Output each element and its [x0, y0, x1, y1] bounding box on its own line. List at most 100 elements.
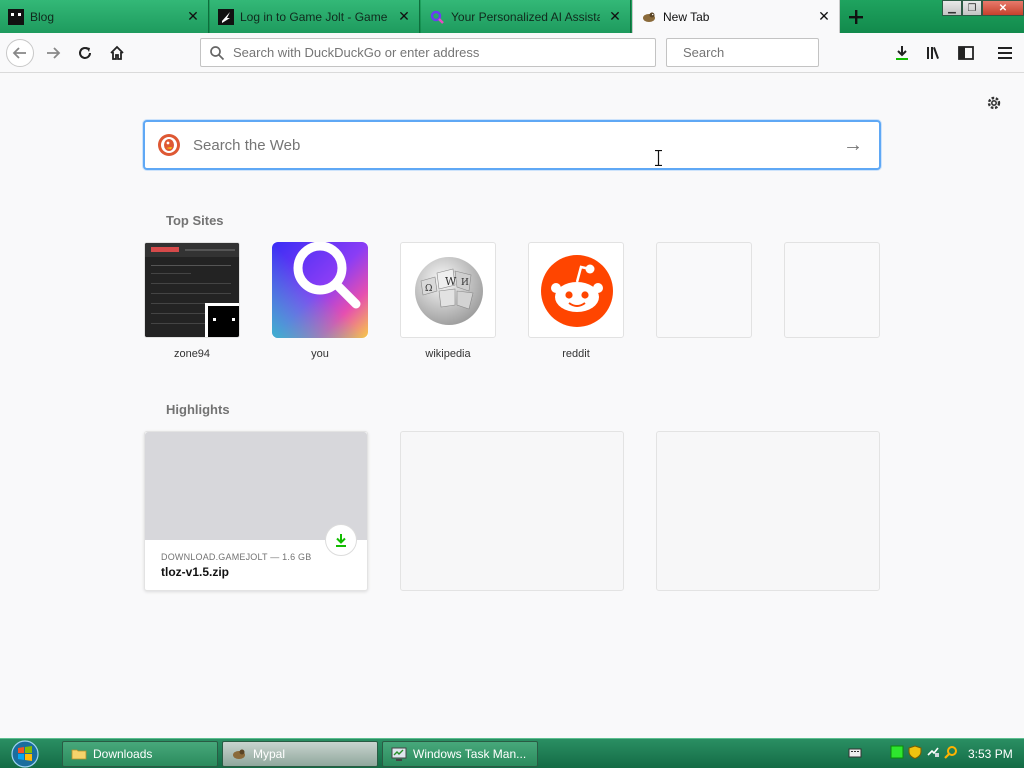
- shield-icon[interactable]: [908, 745, 922, 759]
- reload-icon: [79, 47, 91, 59]
- navigation-toolbar: [0, 33, 1024, 73]
- window-controls: ▁ ❐ ✕: [942, 0, 1024, 16]
- duckduckgo-icon: [158, 134, 180, 156]
- close-icon: ✕: [998, 2, 1008, 14]
- new-tab-page: → Top Sites: [0, 74, 1024, 738]
- network-icon[interactable]: [926, 745, 940, 759]
- reload-button[interactable]: [72, 40, 98, 66]
- download-badge: [325, 524, 357, 556]
- restore-icon: ❐: [967, 2, 977, 14]
- tab-strip: Blog ✕ Log in to Game Jolt - Game Jolt ✕…: [0, 0, 1024, 33]
- customize-button[interactable]: [985, 94, 1003, 112]
- highlights-heading: Highlights: [166, 402, 230, 417]
- highlight-filename: tloz-v1.5.zip: [161, 565, 230, 579]
- site-thumbnail: [784, 242, 880, 338]
- minimize-button[interactable]: ▁: [942, 0, 962, 16]
- zone94-screenshot-icon: [145, 243, 239, 337]
- wikipedia-globe-icon: W Ω И: [415, 257, 483, 325]
- close-icon[interactable]: ✕: [815, 8, 833, 26]
- download-icon: [336, 534, 346, 547]
- highlight-card-empty: [656, 431, 880, 591]
- highlight-preview: [145, 432, 367, 540]
- library-icon: [927, 47, 939, 59]
- downloads-icon: [896, 46, 908, 60]
- tab-you[interactable]: Your Personalized AI Assistant ✕: [421, 0, 631, 33]
- home-button[interactable]: [104, 40, 130, 66]
- address-bar[interactable]: [200, 38, 656, 67]
- you-favicon-icon: [429, 9, 445, 25]
- site-thumbnail: [656, 242, 752, 338]
- top-site-you[interactable]: you: [272, 242, 368, 360]
- web-search-input[interactable]: [193, 136, 841, 154]
- address-input[interactable]: [233, 45, 655, 60]
- back-icon: [12, 47, 26, 59]
- close-icon[interactable]: ✕: [184, 8, 202, 26]
- site-thumbnail: [528, 242, 624, 338]
- search-input[interactable]: [683, 45, 859, 60]
- site-thumbnail: W Ω И: [400, 242, 496, 338]
- site-label: reddit: [562, 348, 590, 360]
- tab-title: New Tab: [663, 9, 710, 24]
- top-site-empty[interactable]: [784, 242, 880, 348]
- start-button[interactable]: [6, 740, 44, 768]
- gamejolt-favicon-icon: [218, 8, 234, 25]
- plus-icon: [849, 10, 863, 24]
- minimize-icon: ▁: [948, 2, 956, 14]
- library-button[interactable]: [921, 40, 947, 66]
- top-sites-heading: Top Sites: [166, 213, 224, 228]
- taskbar-label: Mypal: [253, 747, 286, 761]
- top-site-zone94[interactable]: zone94: [144, 242, 240, 360]
- new-tab-button[interactable]: [844, 5, 868, 29]
- back-button[interactable]: [6, 39, 34, 67]
- keyboard-icon[interactable]: [848, 745, 862, 759]
- windows-start-icon: [11, 740, 39, 768]
- blog-favicon-icon: [8, 8, 24, 25]
- tab-new-tab[interactable]: New Tab ✕: [632, 0, 840, 33]
- forward-button[interactable]: [40, 40, 66, 66]
- site-label: zone94: [173, 348, 211, 360]
- site-label: you: [311, 348, 329, 360]
- menu-icon: [998, 47, 1012, 59]
- taskbar-mypal[interactable]: Mypal: [222, 741, 378, 767]
- task-manager-icon: [391, 746, 407, 762]
- downloads-button[interactable]: [889, 40, 915, 66]
- tab-gamejolt[interactable]: Log in to Game Jolt - Game Jolt ✕: [210, 0, 420, 33]
- search-icon: [210, 45, 225, 60]
- close-window-button[interactable]: ✕: [982, 0, 1024, 16]
- search-bar[interactable]: [666, 38, 859, 67]
- arrow-right-icon[interactable]: →: [841, 134, 865, 157]
- folder-icon: [71, 746, 87, 762]
- tab-title: Blog: [30, 9, 55, 24]
- svg-text:Ω: Ω: [425, 284, 432, 294]
- taskbar-task-manager[interactable]: Windows Task Man...: [382, 741, 538, 767]
- search-icon[interactable]: [944, 745, 958, 759]
- gear-icon: [987, 96, 1001, 110]
- sidebar-icon: [958, 46, 974, 60]
- maximize-button[interactable]: ❐: [962, 0, 982, 16]
- svg-text:W: W: [445, 275, 457, 288]
- top-site-reddit[interactable]: reddit: [528, 242, 624, 360]
- mypal-icon: [231, 746, 247, 762]
- sidebar-button[interactable]: [953, 40, 979, 66]
- top-site-wikipedia[interactable]: W Ω И wikipedia: [400, 242, 496, 360]
- tab-title: Your Personalized AI Assistant: [451, 9, 600, 24]
- close-icon[interactable]: ✕: [606, 8, 624, 26]
- home-icon: [110, 45, 124, 60]
- you-logo-icon: [272, 242, 368, 338]
- close-icon[interactable]: ✕: [395, 8, 413, 26]
- taskbar-downloads[interactable]: Downloads: [62, 741, 218, 767]
- site-thumbnail: [144, 242, 240, 338]
- clock[interactable]: 3:53 PM: [968, 747, 1013, 761]
- web-search-box[interactable]: →: [143, 120, 881, 170]
- green-status-icon[interactable]: [890, 745, 904, 759]
- taskbar: Downloads Mypal Windows Task Man... 3:53…: [0, 738, 1024, 768]
- site-thumbnail: [272, 242, 368, 338]
- menu-button[interactable]: [992, 40, 1018, 66]
- taskbar-label: Windows Task Man...: [413, 747, 527, 761]
- taskbar-label: Downloads: [93, 747, 153, 761]
- tab-blog[interactable]: Blog ✕: [0, 0, 209, 33]
- svg-text:И: И: [461, 278, 469, 288]
- forward-icon: [47, 47, 61, 59]
- highlight-card-download[interactable]: DOWNLOAD.GAMEJOLT — 1.6 GB tloz-v1.5.zip: [144, 431, 368, 591]
- top-site-empty[interactable]: [656, 242, 752, 348]
